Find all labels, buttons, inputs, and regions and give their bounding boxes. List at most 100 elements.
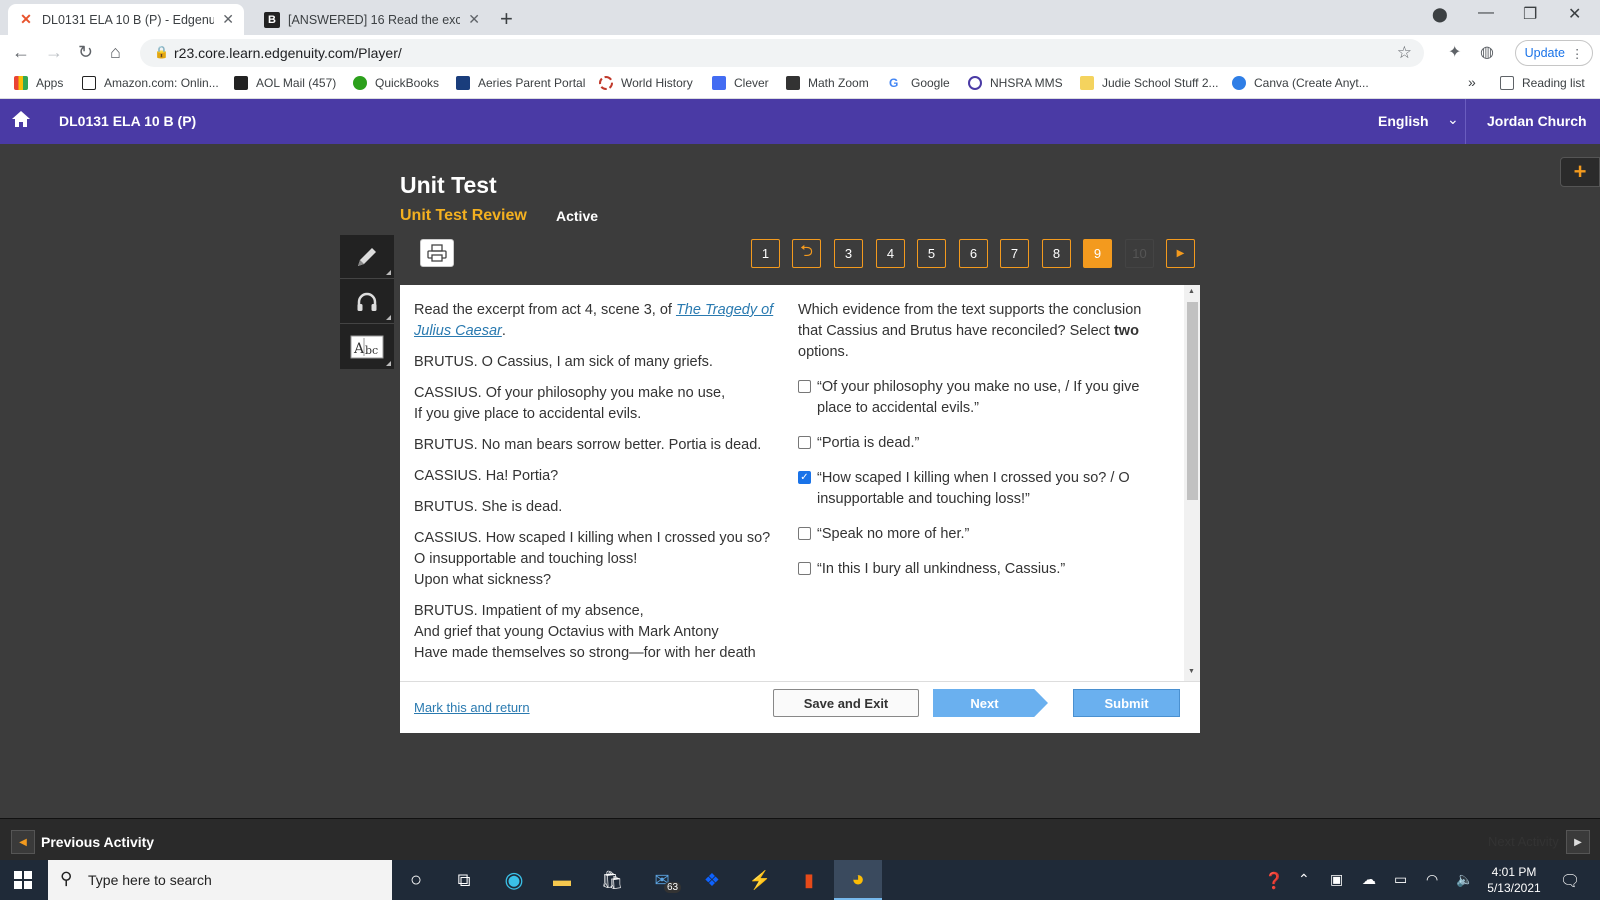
pencil-tool[interactable] xyxy=(340,235,394,279)
reading-list[interactable]: Reading list xyxy=(1500,76,1585,90)
answer-checkbox-checked[interactable]: ✓ xyxy=(798,471,811,484)
audio-tool[interactable] xyxy=(340,280,394,324)
answer-option-5[interactable]: “In this I bury all unkindness, Cassius.… xyxy=(798,559,1166,580)
course-title: DL0131 ELA 10 B (P) xyxy=(59,113,197,129)
scroll-thumb[interactable] xyxy=(1187,302,1198,500)
previous-activity-link[interactable]: Previous Activity xyxy=(41,834,154,850)
taskbar-search[interactable]: ⚲ Type here to search xyxy=(48,860,392,900)
language-select[interactable]: English xyxy=(1378,113,1429,129)
question-nav-4[interactable]: 4 xyxy=(876,239,905,268)
bookmark-aol[interactable]: AOL Mail (457) xyxy=(234,76,336,90)
more-bookmarks-icon[interactable]: » xyxy=(1468,74,1476,90)
dictionary-tool[interactable]: A bc xyxy=(340,325,394,369)
save-and-exit-button[interactable]: Save and Exit xyxy=(773,689,919,717)
question-nav-1[interactable]: 1 xyxy=(751,239,780,268)
help-icon[interactable]: ❓ xyxy=(1264,871,1284,891)
new-tab-icon[interactable]: + xyxy=(500,6,513,32)
bookmark-label: Apps xyxy=(36,76,64,90)
answer-option-2[interactable]: “Portia is dead.” xyxy=(798,433,1166,454)
reload-icon[interactable]: ↻ xyxy=(78,42,93,63)
activity-nav-bar: ◀ Previous Activity Next Activity ▶ xyxy=(0,818,1600,864)
bookmark-math-zoom[interactable]: Math Zoom xyxy=(786,76,869,90)
office-icon[interactable]: ▮ xyxy=(795,866,823,894)
search-icon: ⚲ xyxy=(60,869,73,888)
question-nav-2-back-icon[interactable]: ⮌ xyxy=(792,239,821,268)
extensions-icon[interactable]: ✦ xyxy=(1448,42,1461,62)
profile-dropdown-icon[interactable]: ⬤ xyxy=(1432,6,1448,23)
edge-browser-icon[interactable]: ◉ xyxy=(500,866,528,894)
close-tab-icon[interactable]: ✕ xyxy=(222,11,234,28)
answer-option-3[interactable]: ✓ “How scaped I killing when I crossed y… xyxy=(798,468,1166,510)
plus-icon[interactable]: + xyxy=(1560,157,1600,187)
answer-checkbox[interactable] xyxy=(798,380,811,393)
question-nav-3[interactable]: 3 xyxy=(834,239,863,268)
profile-icon[interactable]: ◍ xyxy=(1480,42,1494,62)
question-nav-6[interactable]: 6 xyxy=(959,239,988,268)
volume-icon[interactable]: 🔈 xyxy=(1456,871,1473,888)
bookmark-quickbooks[interactable]: QuickBooks xyxy=(353,76,439,90)
app-icon[interactable]: ⚡ xyxy=(746,866,774,894)
task-view-icon[interactable]: ⧉ xyxy=(450,866,478,894)
bookmark-nhsra[interactable]: NHSRA MMS xyxy=(968,76,1063,90)
vertical-scrollbar[interactable]: ▲ ▼ xyxy=(1184,285,1200,681)
headphones-icon xyxy=(357,292,377,311)
next-activity-arrow-icon[interactable]: ▶ xyxy=(1566,830,1590,854)
browser-tab-answered[interactable]: B [ANSWERED] 16 Read the excerp ✕ xyxy=(254,4,490,35)
user-name[interactable]: Jordan Church xyxy=(1487,113,1587,129)
question-nav-5[interactable]: 5 xyxy=(917,239,946,268)
question-nav-9[interactable]: 9 xyxy=(1083,239,1112,268)
home-browser-icon[interactable]: ⌂ xyxy=(110,42,121,63)
bookmark-canva[interactable]: Canva (Create Anyt... xyxy=(1232,76,1369,90)
bookmark-aeries[interactable]: Aeries Parent Portal xyxy=(456,76,585,90)
question-scroll-area[interactable]: Read the excerpt from act 4, scene 3, of… xyxy=(400,285,1184,681)
system-clock[interactable]: 4:01 PM 5/13/2021 xyxy=(1484,864,1544,896)
bookmark-clever[interactable]: Clever xyxy=(712,76,769,90)
question-nav-7[interactable]: 7 xyxy=(1000,239,1029,268)
windows-start-icon[interactable] xyxy=(14,871,32,889)
cortana-icon[interactable]: ○ xyxy=(402,866,430,894)
dropbox-icon[interactable]: ❖ xyxy=(698,866,726,894)
submit-button[interactable]: Submit xyxy=(1073,689,1180,717)
close-window-icon[interactable]: ✕ xyxy=(1568,4,1581,24)
home-icon[interactable] xyxy=(11,109,31,129)
scroll-down-icon[interactable]: ▼ xyxy=(1188,668,1195,675)
restore-icon[interactable]: ❐ xyxy=(1523,4,1537,24)
bookmark-apps[interactable]: Apps xyxy=(14,76,63,90)
chrome-icon[interactable]: ◕ xyxy=(834,860,882,900)
back-icon[interactable]: ← xyxy=(12,42,30,63)
answer-checkbox[interactable] xyxy=(798,527,811,540)
browser-tab-edgenuity[interactable]: ✕ DL0131 ELA 10 B (P) - Edgenuity ✕ xyxy=(8,4,244,35)
update-label: Update xyxy=(1524,46,1565,60)
scroll-up-icon[interactable]: ▲ xyxy=(1188,288,1195,295)
answer-text: “Speak no more of her.” xyxy=(817,526,970,542)
bookmark-google[interactable]: G Google xyxy=(889,76,950,90)
print-button[interactable] xyxy=(420,239,454,267)
question-nav-8[interactable]: 8 xyxy=(1042,239,1071,268)
close-tab-icon[interactable]: ✕ xyxy=(468,11,480,28)
next-button[interactable]: Next xyxy=(933,689,1048,717)
chevron-down-icon[interactable]: ⌄ xyxy=(1447,111,1459,128)
bookmark-star-icon[interactable]: ☆ xyxy=(1397,43,1412,63)
bookmark-judie[interactable]: Judie School Stuff 2... xyxy=(1080,76,1219,90)
tray-expand-icon[interactable]: ⌃ xyxy=(1298,871,1310,888)
bookmark-world-history[interactable]: World History xyxy=(599,76,693,90)
notifications-icon[interactable]: 🗨 xyxy=(1560,871,1580,891)
answer-checkbox[interactable] xyxy=(798,436,811,449)
forward-icon[interactable]: → xyxy=(45,42,63,63)
store-icon[interactable]: 🛍 xyxy=(598,866,626,894)
answer-option-1[interactable]: “Of your philosophy you make no use, / I… xyxy=(798,377,1166,419)
meet-icon[interactable]: ▣ xyxy=(1330,871,1343,888)
file-explorer-icon[interactable]: ▬ xyxy=(548,866,576,894)
wifi-icon[interactable]: ◠ xyxy=(1426,871,1438,888)
update-button[interactable]: Update ⋮ xyxy=(1515,40,1593,66)
mark-and-return-link[interactable]: Mark this and return xyxy=(414,700,530,715)
next-question-arrow-icon[interactable]: ▶ xyxy=(1166,239,1195,268)
onedrive-icon[interactable]: ☁ xyxy=(1362,871,1376,888)
answer-option-4[interactable]: “Speak no more of her.” xyxy=(798,524,1166,545)
previous-activity-arrow-icon[interactable]: ◀ xyxy=(11,830,35,854)
answer-checkbox[interactable] xyxy=(798,562,811,575)
battery-icon[interactable]: ▭ xyxy=(1394,871,1407,888)
minimize-icon[interactable]: — xyxy=(1478,4,1494,22)
address-bar[interactable]: 🔒 r23.core.learn.edgenuity.com/Player/ ☆ xyxy=(140,39,1424,67)
bookmark-amazon[interactable]: Amazon.com: Onlin... xyxy=(82,76,219,90)
